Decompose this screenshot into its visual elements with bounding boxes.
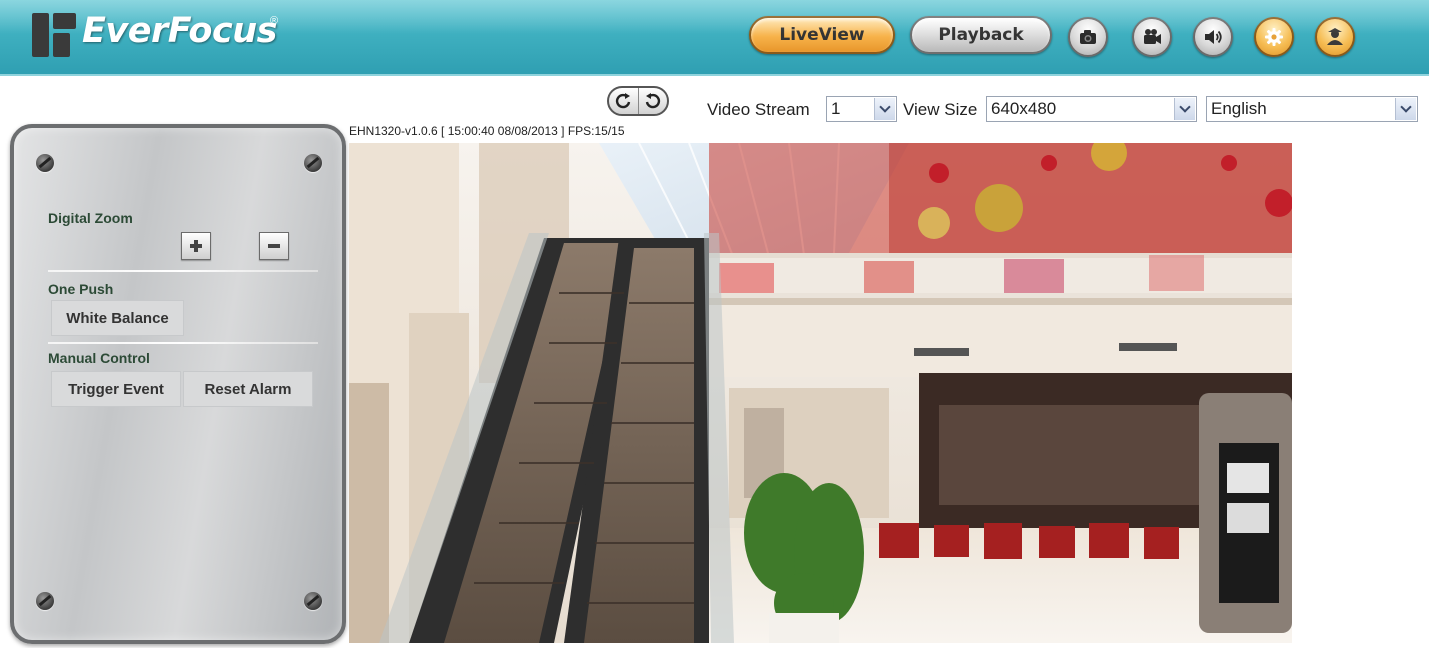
- stream-status-text: EHN1320-v1.0.6 [ 15:00:40 08/08/2013 ] F…: [349, 124, 625, 138]
- screw-decoration: [36, 592, 54, 610]
- rotate-group: [607, 86, 669, 116]
- view-size-select[interactable]: 640x480: [986, 96, 1197, 122]
- live-video-view[interactable]: [349, 143, 1292, 643]
- minus-icon: [268, 244, 280, 248]
- audio-button[interactable]: [1193, 17, 1233, 57]
- liveview-button[interactable]: LiveView: [749, 16, 895, 54]
- speaker-icon: [1205, 30, 1222, 44]
- playback-button[interactable]: Playback: [910, 16, 1052, 54]
- view-size-label: View Size: [903, 100, 978, 119]
- chevron-down-icon: [1174, 98, 1195, 120]
- video-camera-icon: [1144, 29, 1161, 44]
- record-button[interactable]: [1132, 17, 1172, 57]
- white-balance-button[interactable]: White Balance: [51, 300, 184, 336]
- gear-icon: [1265, 28, 1283, 46]
- logo-mark: [32, 13, 76, 57]
- app-header: EverFocus ® LiveView Playback: [0, 0, 1429, 76]
- rotate-right-icon: [645, 93, 660, 109]
- user-icon: [1327, 28, 1343, 45]
- chevron-down-icon: [874, 98, 895, 120]
- rotate-left-icon: [616, 93, 631, 109]
- divider: [48, 342, 318, 344]
- video-stream-value: 1: [831, 99, 841, 118]
- video-frame-image: [349, 143, 1292, 643]
- rotate-right-button[interactable]: [637, 88, 668, 114]
- control-panel: Digital Zoom One Push White Balance Manu…: [10, 124, 346, 644]
- camera-icon: [1080, 30, 1096, 44]
- user-button[interactable]: [1315, 17, 1355, 57]
- rotate-left-button[interactable]: [609, 88, 638, 114]
- view-toolbar: Video Stream 1 View Size 640x480 English: [0, 86, 1429, 122]
- one-push-label: One Push: [48, 281, 114, 297]
- language-select[interactable]: English: [1206, 96, 1418, 122]
- divider: [48, 270, 318, 272]
- screw-decoration: [36, 154, 54, 172]
- chevron-down-icon: [1395, 98, 1416, 120]
- manual-control-label: Manual Control: [48, 350, 150, 366]
- screw-decoration: [304, 154, 322, 172]
- snapshot-button[interactable]: [1068, 17, 1108, 57]
- screw-decoration: [304, 592, 322, 610]
- video-stream-select[interactable]: 1: [826, 96, 897, 122]
- view-size-value: 640x480: [991, 99, 1057, 118]
- settings-button[interactable]: [1254, 17, 1294, 57]
- reset-alarm-button[interactable]: Reset Alarm: [183, 371, 313, 407]
- zoom-in-button[interactable]: [181, 232, 211, 260]
- video-stream-label: Video Stream: [707, 100, 810, 119]
- logo-text: EverFocus: [82, 11, 277, 51]
- registered-mark: ®: [270, 15, 279, 27]
- digital-zoom-label: Digital Zoom: [48, 210, 133, 226]
- zoom-out-button[interactable]: [259, 232, 289, 260]
- trigger-event-button[interactable]: Trigger Event: [51, 371, 181, 407]
- language-value: English: [1211, 99, 1267, 118]
